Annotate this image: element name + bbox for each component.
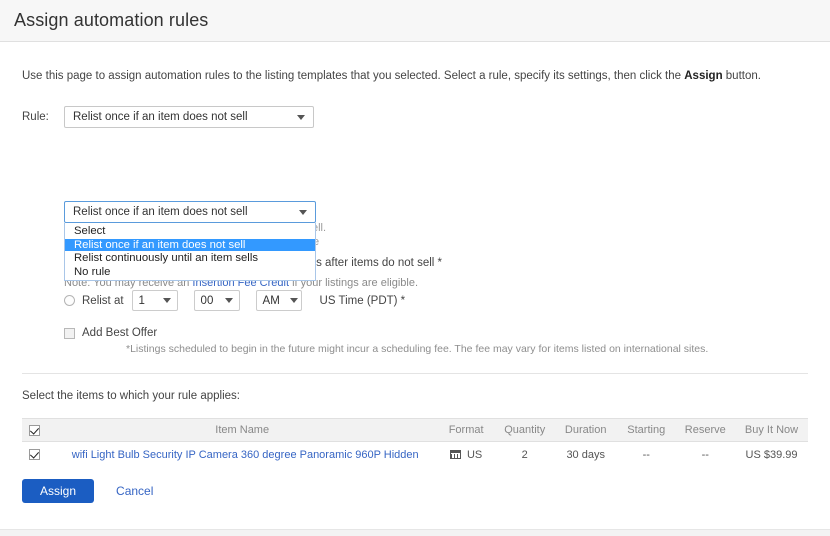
- dropdown-option-select[interactable]: Select: [65, 225, 315, 238]
- dropdown-option-relist-once[interactable]: Relist once if an item does not sell: [65, 239, 315, 252]
- header-reserve: Reserve: [676, 419, 735, 442]
- page-title: Assign automation rules: [14, 10, 208, 31]
- row-starting: --: [617, 442, 676, 468]
- intro-bold-assign: Assign: [684, 70, 722, 82]
- option-relist-at[interactable]: Relist at 1 00 AM US Time (PDT) *: [64, 290, 808, 311]
- rule-row: Rule: Relist once if an item does not se…: [22, 106, 808, 128]
- ampm-value: AM: [263, 295, 280, 307]
- rule-select[interactable]: Relist once if an item does not sell: [64, 106, 314, 128]
- hour-select[interactable]: 1: [132, 290, 178, 311]
- listing-format-icon: [450, 450, 461, 459]
- row-format-cell: US: [437, 442, 495, 468]
- select-all-checkbox[interactable]: [29, 425, 40, 436]
- option-add-best-offer[interactable]: Add Best Offer: [64, 327, 808, 339]
- select-items-label: Select the items to which your rule appl…: [22, 390, 808, 402]
- hour-value: 1: [139, 295, 145, 307]
- table-header-row: Item Name Format Quantity Duration Start…: [22, 419, 808, 442]
- rule-dropdown-open[interactable]: Relist once if an item does not sell Sel…: [64, 201, 316, 281]
- intro-part1: Use this page to assign automation rules…: [22, 70, 684, 82]
- chevron-down-icon: [163, 298, 171, 303]
- header-format: Format: [437, 419, 495, 442]
- cancel-button[interactable]: Cancel: [116, 484, 153, 498]
- form-footer: Assign Cancel: [22, 479, 808, 503]
- row-buy-it-now: US $39.99: [735, 442, 808, 468]
- header-starting: Starting: [617, 419, 676, 442]
- row-format-value: US: [467, 449, 482, 461]
- option-relist-at-prefix: Relist at: [82, 295, 124, 307]
- intro-text: Use this page to assign automation rules…: [22, 68, 808, 84]
- section-divider: [22, 373, 808, 374]
- items-table: Item Name Format Quantity Duration Start…: [22, 418, 808, 468]
- minute-value: 00: [201, 295, 214, 307]
- table-row: wifi Light Bulb Security IP Camera 360 d…: [22, 442, 808, 468]
- header-select-all[interactable]: [22, 419, 47, 442]
- header-quantity: Quantity: [495, 419, 554, 442]
- chevron-down-icon: [299, 210, 307, 215]
- row-checkbox[interactable]: [29, 449, 40, 460]
- row-duration: 30 days: [554, 442, 617, 468]
- page-header: Assign automation rules: [0, 0, 830, 42]
- bottom-strip: [0, 529, 830, 536]
- page-content: Use this page to assign automation rules…: [0, 68, 830, 503]
- chevron-down-icon: [297, 115, 305, 120]
- scheduling-fee-footnote: *Listings scheduled to begin in the futu…: [126, 343, 808, 355]
- rule-dropdown-list[interactable]: Select Relist once if an item does not s…: [64, 223, 316, 281]
- dropdown-option-relist-continuously[interactable]: Relist continuously until an item sells: [65, 252, 315, 265]
- assign-button[interactable]: Assign: [22, 479, 94, 503]
- minute-select[interactable]: 00: [194, 290, 240, 311]
- rule-dropdown-head[interactable]: Relist once if an item does not sell: [64, 201, 316, 223]
- chevron-down-icon: [290, 298, 298, 303]
- rule-select-value: Relist once if an item does not sell: [73, 111, 248, 123]
- item-name-link[interactable]: wifi Light Bulb Security IP Camera 360 d…: [72, 449, 419, 461]
- timezone-label: US Time (PDT) *: [320, 295, 406, 307]
- rule-label: Rule:: [22, 106, 64, 123]
- dropdown-option-no-rule[interactable]: No rule: [65, 266, 315, 279]
- intro-part2: button.: [723, 70, 761, 82]
- best-offer-checkbox[interactable]: [64, 328, 75, 339]
- row-reserve: --: [676, 442, 735, 468]
- row-select-cell[interactable]: [22, 442, 47, 468]
- best-offer-label: Add Best Offer: [82, 327, 157, 339]
- row-item-name-cell: wifi Light Bulb Security IP Camera 360 d…: [47, 442, 437, 468]
- header-buy-it-now: Buy It Now: [735, 419, 808, 442]
- header-item-name: Item Name: [47, 419, 437, 442]
- header-duration: Duration: [554, 419, 617, 442]
- rule-dropdown-value: Relist once if an item does not sell: [73, 206, 248, 218]
- chevron-down-icon: [225, 298, 233, 303]
- row-quantity: 2: [495, 442, 554, 468]
- radio-relist-at[interactable]: [64, 295, 75, 306]
- ampm-select[interactable]: AM: [256, 290, 302, 311]
